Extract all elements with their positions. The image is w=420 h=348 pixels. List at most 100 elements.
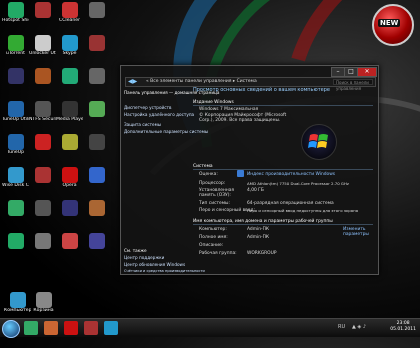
- task-link-remote[interactable]: Настройка удалённого доступа: [124, 112, 194, 117]
- workgroup-value: WORKGROUP: [247, 251, 277, 256]
- application-icon: [61, 167, 78, 183]
- desktop-icon[interactable]: [29, 134, 56, 161]
- desktop-icon[interactable]: TuneUp Utilities: [2, 101, 29, 128]
- full-name-value: Admin-ПК: [247, 235, 269, 240]
- desktop-icon[interactable]: [56, 68, 83, 95]
- desktop-icon-label: TuneUp: [6, 150, 25, 155]
- task-link-device-manager[interactable]: Диспетчер устройств: [124, 105, 171, 110]
- address-path[interactable]: « Все элементы панели управления ▸ Систе…: [146, 78, 257, 86]
- address-bar[interactable]: ◀▶ « Все элементы панели управления ▸ Си…: [125, 77, 376, 91]
- desktop-icon[interactable]: [83, 200, 110, 227]
- desktop-icon-label: Unlocker Utility: [29, 51, 56, 56]
- back-forward-icon[interactable]: ◀▶: [128, 78, 137, 86]
- desktop-icon[interactable]: [56, 200, 83, 227]
- computer-value: Admin-ПК: [247, 227, 269, 232]
- desktop-icon[interactable]: [83, 2, 110, 29]
- system-control-panel-window: – □ ✕ ◀▶ « Все элементы панели управлени…: [120, 65, 379, 275]
- desktop-icon[interactable]: [29, 2, 56, 29]
- gadget-badge[interactable]: NEW: [372, 4, 414, 46]
- application-icon: [88, 233, 105, 249]
- see-also-heading: См. также: [124, 248, 147, 253]
- application-icon: [88, 101, 105, 117]
- desktop-icon-label: TuneUp Utilities: [2, 117, 29, 122]
- rating-badge-icon: [237, 170, 244, 177]
- desktop-icon[interactable]: TuneUp: [2, 134, 29, 161]
- system-type-value: 64-разрядная операционная система: [247, 201, 334, 206]
- tray-icons[interactable]: ▲ ◈ ♪: [352, 324, 366, 330]
- desktop-icon[interactable]: NTFS Security: [29, 101, 56, 128]
- ram-value: 4,00 ГБ: [247, 188, 264, 193]
- search-input[interactable]: Поиск в панели управления: [333, 79, 373, 91]
- application-icon: [7, 167, 24, 183]
- desktop-icon[interactable]: Opera: [56, 167, 83, 194]
- desktop-icon-label: Opera: [62, 183, 77, 188]
- page-title: Просмотр основных сведений о вашем компь…: [193, 87, 330, 93]
- desktop-icon[interactable]: [83, 134, 110, 161]
- desktop-icon[interactable]: [56, 134, 83, 161]
- application-icon: [61, 233, 78, 249]
- application-icon: [88, 35, 105, 51]
- opera-icon[interactable]: [64, 321, 78, 335]
- media-player-icon[interactable]: [84, 321, 98, 335]
- clock[interactable]: 23:08 05.01.2011: [390, 321, 416, 333]
- application-icon: [7, 2, 24, 18]
- application-icon: [88, 167, 105, 183]
- desktop-icon[interactable]: [2, 200, 29, 227]
- desktop-icon[interactable]: uTorrent: [2, 35, 29, 62]
- desktop-icon[interactable]: [83, 68, 110, 95]
- application-icon: [61, 101, 78, 117]
- application-icon: [34, 200, 51, 216]
- desktop-icon[interactable]: [29, 68, 56, 95]
- rating-key: Оценка:: [199, 172, 218, 177]
- desktop-icon-label: NTFS Security: [29, 117, 56, 122]
- close-button[interactable]: ✕: [357, 67, 377, 77]
- start-button[interactable]: [2, 320, 20, 338]
- maximize-button[interactable]: □: [344, 67, 358, 77]
- desktop-icon[interactable]: [29, 167, 56, 194]
- application-icon: [34, 167, 51, 183]
- see-also-link-windows-update[interactable]: Центр обновления Windows: [124, 262, 185, 267]
- window-titlebar[interactable]: – □ ✕ ◀▶ « Все элементы панели управлени…: [121, 66, 378, 91]
- desktop-icon-label: Media Player Classic: [56, 117, 83, 122]
- desktop-icon[interactable]: Hotspot Shield: [2, 2, 29, 29]
- desktop-icon[interactable]: [83, 35, 110, 62]
- desktop-icon-recycle-bin[interactable]: Корзина: [30, 292, 57, 319]
- application-icon: [61, 68, 78, 84]
- application-icon: [34, 101, 51, 117]
- see-also-link-action-center[interactable]: Центр поддержки: [124, 255, 164, 260]
- task-link-protection[interactable]: Защита системы: [124, 122, 161, 127]
- desktop-icon[interactable]: [83, 167, 110, 194]
- desktop-icon[interactable]: [56, 233, 83, 260]
- divider: [193, 105, 373, 106]
- desktop-icon[interactable]: [2, 233, 29, 260]
- desktop-icon[interactable]: CCleaner: [56, 2, 83, 29]
- desktop-icon[interactable]: [29, 233, 56, 260]
- desktop-icon[interactable]: Media Player Classic: [56, 101, 83, 128]
- clock-date: 05.01.2011: [390, 327, 416, 332]
- change-settings-link[interactable]: Изменить параметры: [343, 227, 373, 237]
- pen-value: Перо и сенсорный ввод недоступны для это…: [247, 208, 359, 213]
- language-indicator[interactable]: RU: [338, 324, 345, 330]
- application-icon: [7, 68, 24, 84]
- application-icon: [7, 35, 24, 51]
- desktop-icon-computer[interactable]: Компьютер: [4, 292, 31, 319]
- application-icon: [34, 35, 51, 51]
- taskbar-app-icon[interactable]: [44, 321, 58, 335]
- taskbar-app-icon[interactable]: [104, 321, 118, 335]
- desktop-icon[interactable]: [83, 233, 110, 260]
- application-icon: [34, 68, 51, 84]
- taskbar-app-icon[interactable]: [24, 321, 38, 335]
- rating-link[interactable]: Индекс производительности Windows: [247, 172, 335, 177]
- left-task-pane: Панель управления — домашняя страница Ди…: [124, 88, 219, 273]
- desktop-icon[interactable]: [83, 101, 110, 128]
- desktop-icon[interactable]: Wise Disk Cleaner: [2, 167, 29, 194]
- desktop-icon[interactable]: Skype: [56, 35, 83, 62]
- application-icon: [88, 2, 105, 18]
- workgroup-key: Рабочая группа:: [199, 251, 237, 256]
- desktop-icon[interactable]: [2, 68, 29, 95]
- minimize-button[interactable]: –: [331, 67, 345, 77]
- desktop-icon-label: Skype: [62, 51, 77, 56]
- desktop-icon[interactable]: Unlocker Utility: [29, 35, 56, 62]
- application-icon: [7, 233, 24, 249]
- desktop-icon[interactable]: [29, 200, 56, 227]
